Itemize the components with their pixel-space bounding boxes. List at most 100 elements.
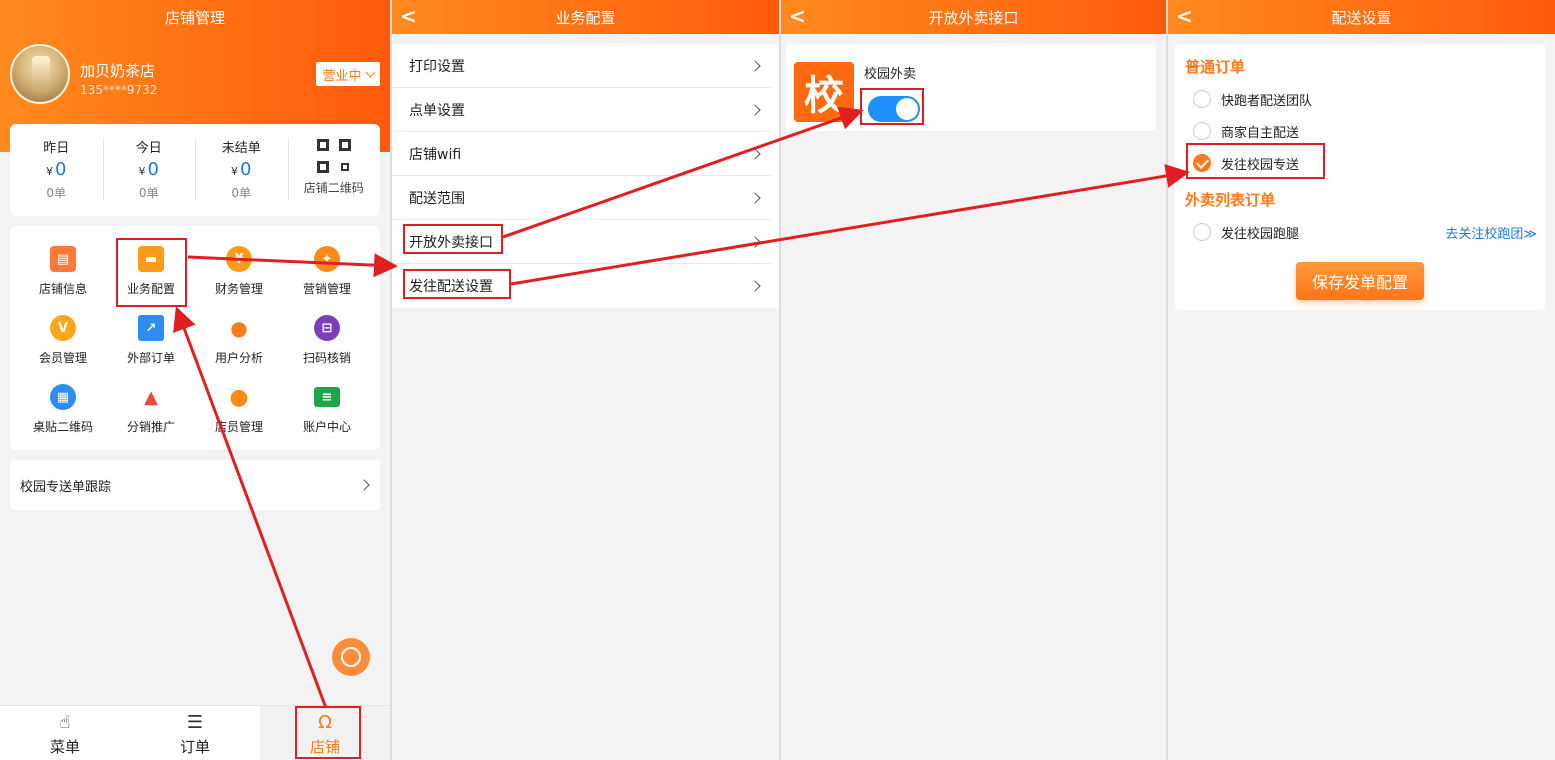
row-delivery-range[interactable]: 配送范围: [392, 176, 771, 220]
row-ordering-settings[interactable]: 点单设置: [392, 88, 771, 132]
navbar: 店铺管理: [0, 0, 390, 34]
stat-amount: ¥0: [138, 159, 159, 180]
option-merchant-self-delivery[interactable]: 商家自主配送: [1193, 120, 1299, 142]
back-arrow-icon[interactable]: <: [789, 3, 809, 29]
qr-code-icon: [316, 139, 351, 173]
save-dispatch-config-button[interactable]: 保存发单配置: [1296, 262, 1424, 300]
grid-label: 会员管理: [38, 351, 87, 365]
campus-takeout-card: 校 校园外卖: [786, 44, 1156, 131]
page-title: 开放外卖接口: [928, 8, 1019, 27]
megaphone-icon: ✦: [314, 246, 340, 272]
stat-today[interactable]: 今日 ¥0 0单: [102, 124, 196, 216]
option-campus-errand[interactable]: 发往校园跑腿: [1193, 221, 1299, 243]
avatar[interactable]: [10, 44, 70, 104]
back-arrow-icon[interactable]: <: [1176, 3, 1196, 29]
chevron-right-icon: [749, 59, 761, 72]
row-store-wifi[interactable]: 店铺wifi: [392, 132, 771, 176]
radio-button: [1193, 223, 1211, 241]
store-icon: ▤: [50, 246, 76, 272]
table-qr-icon: ▦: [50, 384, 76, 410]
chevron-right-icon: [749, 280, 761, 292]
function-grid: ▤ 店铺信息 ▬ 业务配置 ¥ 财务管理 ✦ 营销管理 V 会员管理 ↗ 外部订…: [10, 226, 380, 450]
navbar: < 业务配置: [392, 0, 779, 34]
business-config-screen: < 业务配置 打印设置 点单设置 店铺wifi 配送范围 开放外卖接口 发往配送…: [392, 0, 779, 760]
grid-item-external-orders[interactable]: ↗ 外部订单: [106, 315, 196, 375]
open-takeout-api-screen: < 开放外卖接口 校 校园外卖: [781, 0, 1166, 760]
chevron-right-icon: [749, 191, 761, 204]
stat-orders: 0单: [46, 186, 67, 200]
highlight-campus-dedicated-option: [1186, 143, 1325, 179]
highlight-store-tab: [295, 706, 361, 759]
store-phone: 135****9732: [80, 83, 158, 97]
row-label: 校园专送单跟踪: [20, 479, 112, 495]
grid-label: 财务管理: [214, 282, 263, 296]
section-title-takeout-list-orders: 外卖列表订单: [1185, 191, 1276, 209]
radio-button: [1193, 90, 1211, 108]
grid-label: 店铺信息: [38, 282, 87, 296]
campus-delivery-tracking-row[interactable]: 校园专送单跟踪: [10, 460, 380, 510]
qr-label: 店铺二维码: [303, 181, 364, 195]
stat-yesterday[interactable]: 昨日 ¥0 0单: [10, 124, 103, 216]
radio-button: [1193, 122, 1211, 140]
grid-item-distribution[interactable]: ▲ 分销推广: [106, 384, 196, 444]
grid-item-marketing[interactable]: ✦ 营销管理: [282, 246, 372, 306]
follow-campus-runner-link[interactable]: 去关注校跑团≫: [1445, 223, 1537, 242]
vip-icon: V: [50, 315, 76, 341]
stat-orders: 0单: [231, 186, 252, 200]
highlight-business-config: [116, 238, 187, 307]
tab-label: 菜单: [49, 738, 80, 756]
order-list-icon: ☰: [186, 712, 204, 733]
navbar: < 配送设置: [1168, 0, 1555, 34]
row-print-settings[interactable]: 打印设置: [392, 44, 771, 88]
chevron-right-icon: [358, 479, 370, 491]
option-label: 发往校园跑腿: [1221, 226, 1300, 242]
yen-icon: ¥: [226, 246, 252, 272]
option-fast-runner-team[interactable]: 快跑者配送团队: [1193, 88, 1312, 110]
page-title: 业务配置: [555, 8, 616, 27]
grid-item-store-info[interactable]: ▤ 店铺信息: [18, 246, 108, 306]
option-label: 商家自主配送: [1221, 125, 1300, 141]
customer-service-button[interactable]: [332, 638, 370, 676]
page-title: 店铺管理: [164, 8, 225, 27]
grid-item-table-qr[interactable]: ▦ 桌贴二维码: [18, 384, 108, 444]
stat-label: 今日: [135, 141, 162, 156]
grid-item-scan-verify[interactable]: ⊟ 扫码核销: [282, 315, 372, 375]
user-analysis-icon: ●: [230, 316, 248, 340]
grid-item-user-analysis[interactable]: ● 用户分析: [194, 315, 284, 375]
grid-item-members[interactable]: V 会员管理: [18, 315, 108, 375]
store-qr-button[interactable]: 店铺二维码: [287, 124, 381, 216]
highlight-takeout-toggle: [860, 88, 924, 125]
external-order-icon: ↗: [138, 315, 164, 341]
stat-label: 未结单: [221, 141, 261, 156]
distribution-icon: ▲: [144, 386, 158, 408]
tab-label: 订单: [179, 738, 210, 756]
tab-menu[interactable]: ☝ 菜单: [0, 706, 130, 760]
stat-amount: ¥0: [46, 159, 67, 180]
option-label: 快跑者配送团队: [1221, 93, 1313, 109]
stat-label: 昨日: [43, 141, 70, 156]
highlight-open-takeout-api: [403, 224, 503, 254]
stat-unsettled[interactable]: 未结单 ¥0 0单: [195, 124, 288, 216]
row-label: 点单设置: [409, 102, 465, 119]
stat-amount: ¥0: [231, 159, 252, 180]
section-title-normal-orders: 普通订单: [1185, 58, 1246, 76]
store-management-screen: 店铺管理 加贝奶茶店 135****9732 营业中 昨日 ¥0 0单 今日 ¥…: [0, 0, 390, 760]
tab-orders[interactable]: ☰ 订单: [130, 706, 260, 760]
grid-item-staff[interactable]: ● 店员管理: [194, 384, 284, 444]
row-label: 打印设置: [409, 58, 465, 75]
grid-label: 外部订单: [126, 351, 175, 365]
campus-logo: 校: [794, 62, 854, 122]
grid-item-finance[interactable]: ¥ 财务管理: [194, 246, 284, 306]
account-card-icon: ≡: [314, 387, 340, 407]
grid-label: 营销管理: [302, 282, 351, 296]
grid-item-account-center[interactable]: ≡ 账户中心: [282, 384, 372, 444]
grid-label: 桌贴二维码: [32, 420, 93, 434]
business-status-dropdown[interactable]: 营业中: [316, 62, 380, 86]
back-arrow-icon[interactable]: <: [400, 3, 420, 29]
delivery-settings-screen: < 配送设置 普通订单 快跑者配送团队 商家自主配送 发往校园专送 外卖列表订单…: [1168, 0, 1555, 760]
service-name: 校园外卖: [864, 67, 917, 82]
grid-label: 扫码核销: [302, 351, 351, 365]
chevron-right-icon: [749, 103, 761, 116]
grid-label: 账户中心: [302, 420, 351, 434]
stat-orders: 0单: [138, 186, 159, 200]
